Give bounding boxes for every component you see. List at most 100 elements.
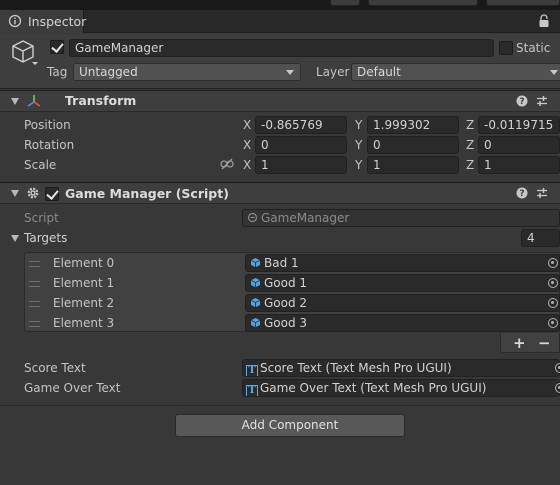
axis-z-label[interactable]: Z (466, 138, 474, 152)
prefab-cube-icon (250, 298, 261, 308)
axis-x-label[interactable]: X (243, 158, 251, 172)
chevron-down-icon (550, 70, 558, 75)
tag-dropdown[interactable]: Untagged (73, 63, 301, 81)
element-value: Good 2 (264, 296, 308, 310)
axis-y-label[interactable]: Y (355, 158, 362, 172)
tag-label: Tag (47, 65, 68, 79)
transform-axes-icon (27, 95, 41, 107)
object-picker-icon[interactable] (555, 383, 560, 393)
textmeshpro-icon: T (246, 385, 258, 396)
element-0-object-field[interactable]: Bad 1 (245, 254, 560, 272)
drag-handle-icon[interactable] (29, 301, 40, 307)
targets-label[interactable]: Targets (24, 231, 67, 245)
object-picker-icon[interactable] (548, 258, 558, 268)
score-text-object-field[interactable]: T Score Text (Text Mesh Pro UGUI) (242, 359, 560, 377)
remove-element-button[interactable]: − (538, 334, 551, 352)
transform-title: Transform (65, 93, 137, 108)
element-label: Element 1 (53, 276, 115, 290)
scale-x-field[interactable]: 1 (255, 156, 347, 174)
rotation-z-field[interactable]: 0 (478, 136, 560, 154)
layer-value: Default (357, 65, 401, 79)
lock-icon[interactable] (538, 14, 550, 28)
element-value: Bad 1 (264, 256, 299, 270)
axis-x-label[interactable]: X (243, 118, 251, 132)
svg-text:?: ? (519, 97, 524, 107)
script-enabled-checkbox[interactable] (45, 187, 59, 201)
element-value: Good 1 (264, 276, 308, 290)
info-icon (8, 14, 22, 28)
prefab-cube-icon (250, 258, 261, 268)
drag-handle-icon[interactable] (29, 281, 40, 287)
static-checkbox[interactable] (499, 41, 513, 55)
component-divider (0, 405, 560, 406)
axis-y-label[interactable]: Y (355, 118, 362, 132)
prefab-cube-icon (250, 278, 261, 288)
rotation-y-field[interactable]: 0 (367, 136, 459, 154)
gameobject-name-field[interactable]: GameManager (69, 39, 494, 57)
help-icon[interactable]: ? (516, 187, 528, 199)
gameobject-cube-icon[interactable] (10, 38, 40, 68)
scale-y-field[interactable]: 1 (367, 156, 459, 174)
targets-size-field[interactable]: 4 (521, 229, 560, 247)
foldout-arrow-icon[interactable] (11, 235, 19, 242)
toolbar-button[interactable] (330, 0, 360, 6)
layout-dropdown[interactable] (486, 0, 560, 6)
axis-z-label[interactable]: Z (466, 158, 474, 172)
rotation-x-field[interactable]: 0 (255, 136, 347, 154)
score-text-value: Score Text (Text Mesh Pro UGUI) (260, 361, 452, 375)
object-picker-icon[interactable] (555, 363, 560, 373)
add-element-button[interactable]: + (513, 334, 526, 352)
element-value: Good 3 (264, 316, 308, 330)
script-file-icon (247, 212, 258, 223)
chevron-down-icon (286, 70, 294, 75)
list-footer (500, 333, 560, 353)
rotation-label: Rotation (24, 138, 75, 152)
position-label: Position (24, 118, 71, 132)
position-z-field[interactable]: -0.0119715 (478, 116, 560, 134)
element-2-object-field[interactable]: Good 2 (245, 294, 560, 312)
game-over-text-label: Game Over Text (24, 381, 121, 395)
foldout-arrow-icon[interactable] (11, 190, 19, 197)
scale-z-field[interactable]: 1 (478, 156, 560, 174)
axis-z-label[interactable]: Z (466, 118, 474, 132)
layer-label: Layer (316, 65, 350, 79)
object-picker-icon[interactable] (548, 278, 558, 288)
help-icon[interactable]: ? (516, 95, 528, 107)
element-1-object-field[interactable]: Good 1 (245, 274, 560, 292)
svg-text:?: ? (519, 189, 524, 199)
textmeshpro-icon: T (246, 365, 258, 376)
script-label: Script (24, 211, 59, 225)
gameobject-active-checkbox[interactable] (50, 40, 64, 54)
constrain-proportions-icon[interactable] (220, 158, 234, 170)
static-label: Static (516, 41, 551, 55)
element-label: Element 2 (53, 296, 115, 310)
script-gear-icon (27, 187, 39, 199)
script-reference-value: GameManager (261, 211, 350, 225)
settings-sliders-icon[interactable] (536, 187, 548, 199)
tag-value: Untagged (79, 65, 138, 79)
settings-sliders-icon[interactable] (536, 95, 548, 107)
game-over-text-object-field[interactable]: T Game Over Text (Text Mesh Pro UGUI) (242, 379, 560, 397)
tab-label: Inspector (28, 14, 87, 29)
position-x-field[interactable]: -0.865769 (255, 116, 347, 134)
script-component-title: Game Manager (Script) (65, 186, 229, 201)
element-label: Element 0 (53, 256, 115, 270)
element-label: Element 3 (53, 316, 115, 330)
object-picker-icon[interactable] (548, 318, 558, 328)
prefab-cube-icon (250, 318, 261, 328)
game-over-text-value: Game Over Text (Text Mesh Pro UGUI) (260, 381, 487, 395)
layers-dropdown[interactable] (368, 0, 478, 6)
element-3-object-field[interactable]: Good 3 (245, 314, 560, 332)
drag-handle-icon[interactable] (29, 321, 40, 327)
object-picker-icon[interactable] (548, 298, 558, 308)
layer-dropdown[interactable]: Default (351, 63, 560, 81)
add-component-button[interactable]: Add Component (175, 414, 405, 437)
scale-label: Scale (24, 158, 57, 172)
position-y-field[interactable]: 1.999302 (367, 116, 459, 134)
script-reference-field: GameManager (242, 209, 560, 227)
axis-x-label[interactable]: X (243, 138, 251, 152)
drag-handle-icon[interactable] (29, 261, 40, 267)
foldout-arrow-icon[interactable] (11, 98, 19, 105)
axis-y-label[interactable]: Y (355, 138, 362, 152)
score-text-label: Score Text (24, 361, 86, 375)
